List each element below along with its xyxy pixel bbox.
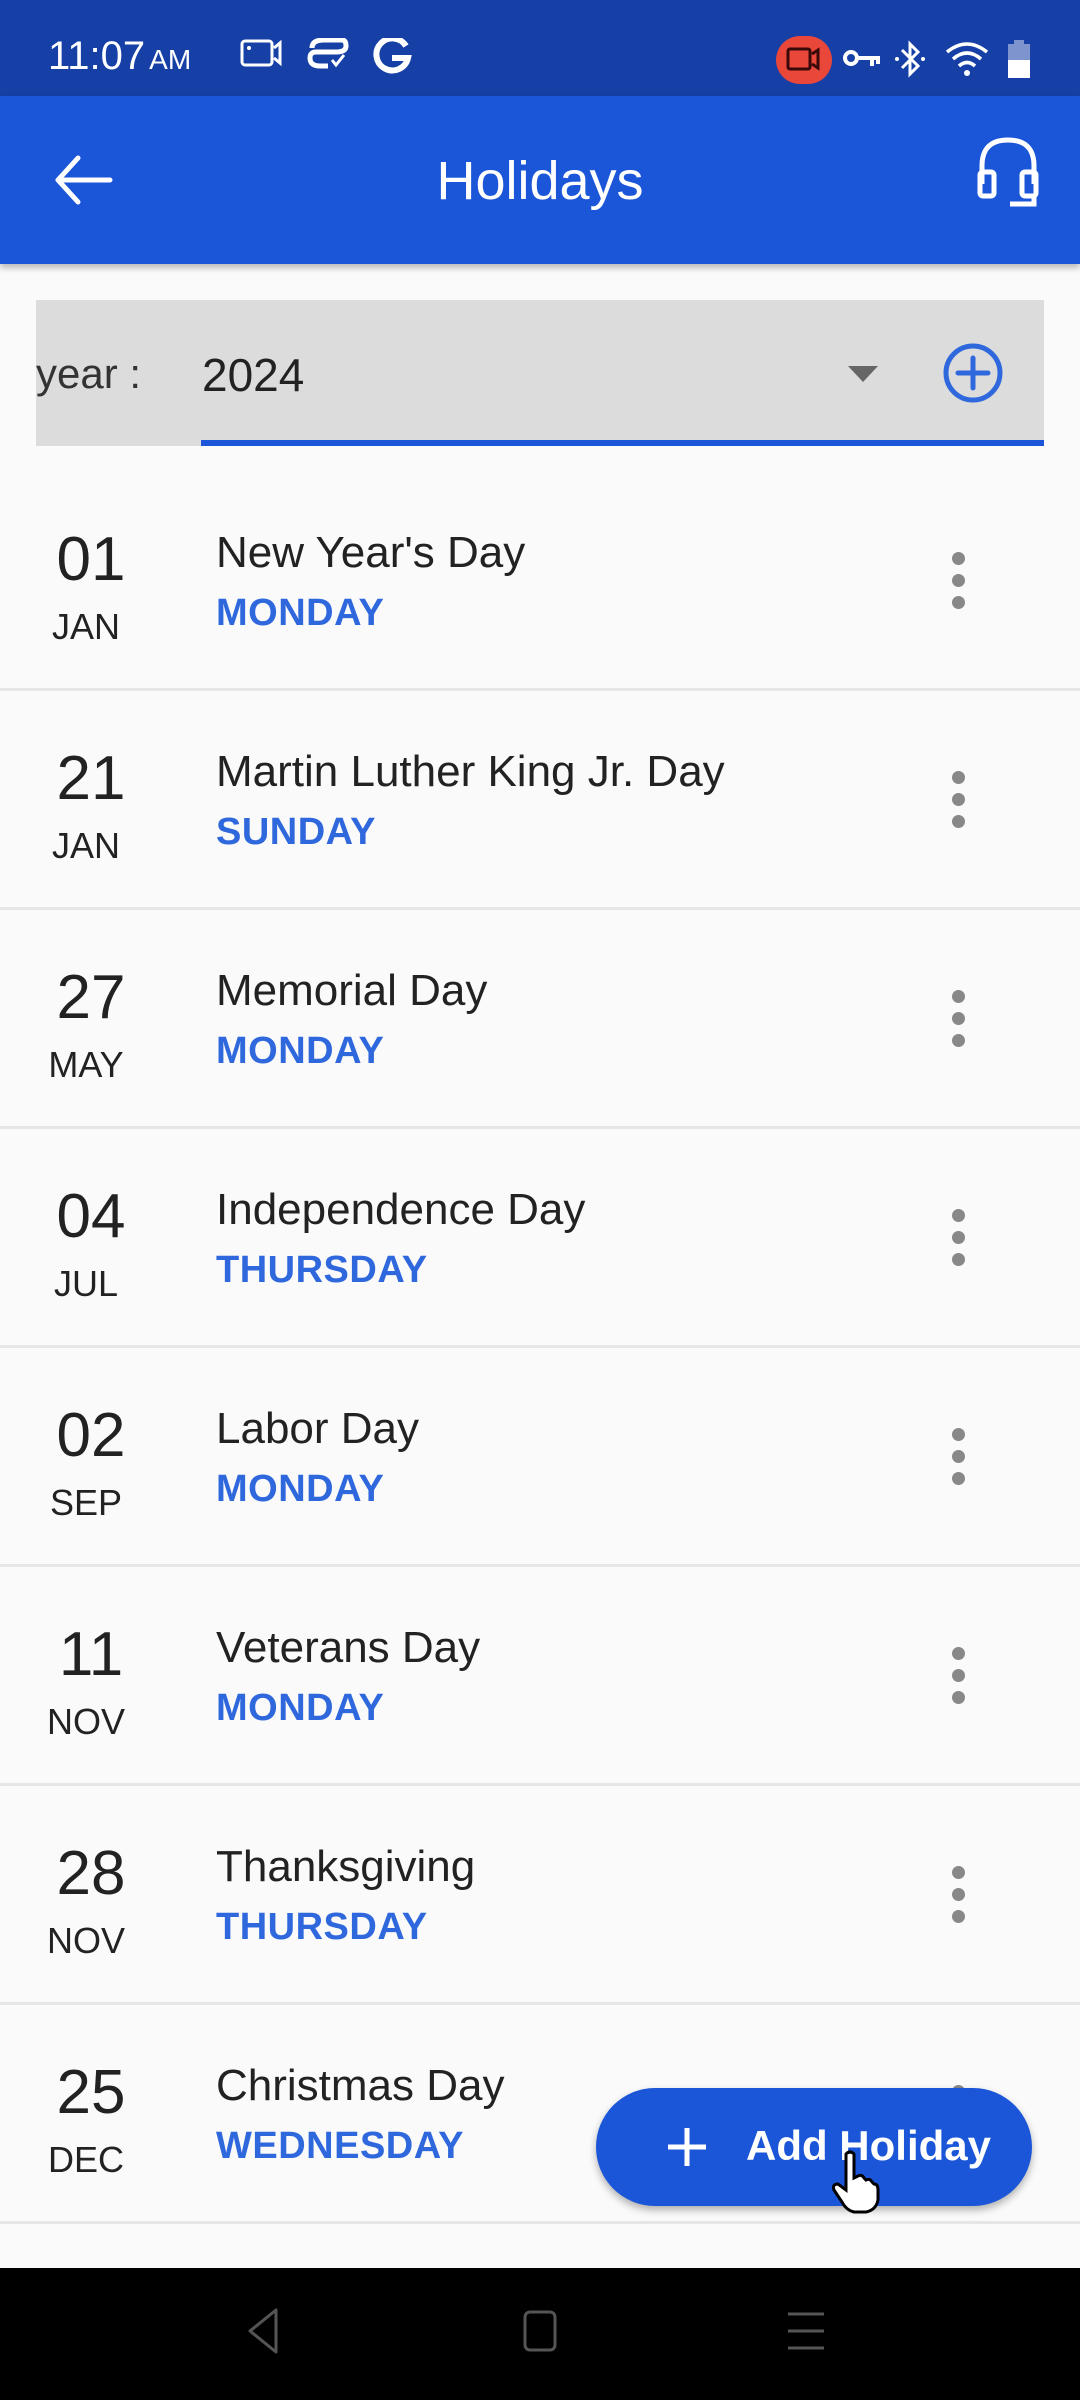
holiday-day: 01 [56,525,126,594]
holiday-month: NOV [46,1920,125,1961]
clock-time: 11:07 [48,34,146,78]
recording-active-badge [776,36,832,84]
holiday-name: Memorial Day [216,966,488,1015]
holiday-weekday: THURSDAY [216,1249,428,1291]
status-bar: 11:07 AM [0,0,1080,96]
more-vert-icon[interactable] [944,771,974,831]
holiday-name: Thanksgiving [216,1842,476,1891]
more-vert-icon[interactable] [944,552,974,612]
battery-icon [1008,40,1030,78]
home-nav-icon[interactable] [522,2306,558,2356]
holiday-row[interactable]: 02 SEP Labor Day MONDAY [0,1348,1080,1567]
bluetooth-icon [895,40,925,78]
holiday-month: NOV [46,1701,125,1742]
holiday-weekday: THURSDAY [216,1906,428,1948]
holiday-day: 28 [56,1839,126,1908]
back-nav-icon[interactable] [244,2306,284,2356]
year-select-value[interactable]: 2024 [202,348,304,402]
holiday-month: JAN [51,606,120,647]
hand-cursor-icon [832,2150,880,2214]
holiday-name: New Year's Day [216,528,526,577]
holiday-weekday: MONDAY [216,1030,385,1072]
holiday-weekday: MONDAY [216,1687,385,1729]
holiday-month: JAN [51,825,120,866]
holiday-day: 25 [56,2058,126,2127]
holiday-month: SEP [49,1482,123,1523]
vpn-key-icon [843,50,880,66]
holiday-weekday: MONDAY [216,1468,385,1510]
holiday-row[interactable]: 27 MAY Memorial Day MONDAY [0,910,1080,1129]
wifi-icon [945,42,989,76]
headset-icon[interactable] [976,136,1040,216]
more-vert-icon[interactable] [944,1866,974,1926]
dropdown-arrow-icon[interactable] [848,366,878,382]
holiday-row[interactable]: 11 NOV Veterans Day MONDAY [0,1567,1080,1786]
holiday-weekday: MONDAY [216,592,385,634]
holiday-month: DEC [47,2139,124,2180]
holiday-day: 27 [56,963,126,1032]
holiday-list: 01 JAN New Year's Day MONDAY 21 JAN Mart… [0,472,1080,2224]
year-label: year : [36,350,142,397]
year-filter: year : 2024 [36,300,1044,446]
holiday-weekday: SUNDAY [216,811,376,853]
system-nav-bar [0,2268,1080,2400]
holiday-month: JUL [53,1263,119,1304]
holiday-name: Labor Day [216,1404,420,1453]
add-holiday-button[interactable]: Add Holiday [596,2088,1032,2206]
app-bar: Holidays [0,96,1080,264]
holiday-day: 02 [56,1401,126,1470]
more-vert-icon[interactable] [944,990,974,1050]
more-vert-icon[interactable] [944,1428,974,1488]
holiday-row[interactable]: 01 JAN New Year's Day MONDAY [0,472,1080,691]
recording-active-icon [786,47,820,71]
holiday-day: 04 [56,1182,126,1251]
holiday-name: Martin Luther King Jr. Day [216,747,725,796]
google-icon [373,38,412,74]
holiday-name: Independence Day [216,1185,586,1234]
holiday-day: 21 [56,744,126,813]
holiday-row[interactable]: 21 JAN Martin Luther King Jr. Day SUNDAY [0,691,1080,910]
holiday-month: MAY [48,1044,124,1085]
screen-record-icon [240,39,282,67]
plus-circle-icon[interactable] [942,342,1004,404]
holiday-row[interactable]: 04 JUL Independence Day THURSDAY [0,1129,1080,1348]
status-time: 11:07 AM [48,34,191,79]
more-vert-icon[interactable] [944,1209,974,1269]
clock-ampm: AM [149,44,192,75]
holiday-name: Christmas Day [216,2061,505,2110]
holiday-day: 11 [58,1620,124,1689]
year-select-underline [201,440,1044,446]
holiday-row[interactable]: 28 NOV Thanksgiving THURSDAY [0,1786,1080,2005]
plus-icon [668,2128,706,2166]
more-vert-icon[interactable] [944,1647,974,1707]
recents-nav-icon[interactable] [786,2306,826,2356]
holiday-name: Veterans Day [216,1623,481,1672]
sync-check-icon [307,38,349,69]
holiday-weekday: WEDNESDAY [216,2125,465,2167]
page-title: Holidays [436,151,644,211]
